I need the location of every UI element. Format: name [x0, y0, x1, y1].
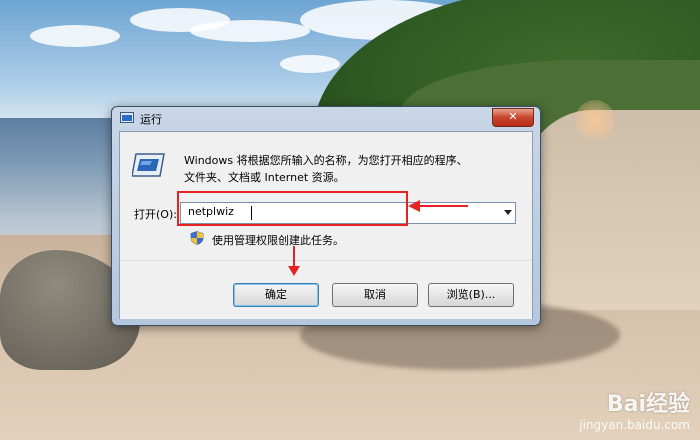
description: Windows 将根据您所输入的名称，为您打开相应的程序、 文件夹、文档或 In…	[184, 152, 524, 186]
description-line: Windows 将根据您所输入的名称，为您打开相应的程序、	[184, 154, 468, 167]
lens-flare	[575, 100, 615, 140]
baidu-watermark: Bai经验 jingyan.baidu.com	[579, 386, 690, 432]
cancel-button[interactable]: 取消	[332, 283, 418, 307]
ok-button[interactable]: 确定	[233, 283, 319, 307]
admin-note: 使用管理权限创建此任务。	[212, 234, 344, 247]
title-bar[interactable]: 运行 ✕	[112, 107, 540, 129]
close-button[interactable]: ✕	[492, 108, 534, 127]
cloud	[190, 20, 310, 42]
open-label: 打开(O):	[134, 208, 177, 221]
watermark-logo: Bai经验	[606, 392, 690, 417]
watermark-url: jingyan.baidu.com	[579, 418, 690, 432]
beach	[520, 110, 700, 310]
annotation-arrow-down	[288, 246, 300, 276]
browse-button[interactable]: 浏览(B)...	[428, 283, 514, 307]
annotation-highlight-box	[177, 191, 408, 226]
description-line: 文件夹、文档或 Internet 资源。	[184, 171, 345, 184]
window-title: 运行	[140, 113, 162, 126]
cloud	[30, 25, 120, 47]
annotation-arrow-left	[408, 200, 468, 212]
run-icon	[120, 112, 134, 123]
button-bar: 确定 取消 浏览(B)...	[120, 260, 532, 319]
cloud	[280, 55, 340, 73]
close-icon: ✕	[508, 110, 518, 123]
dropdown-arrow-icon[interactable]	[504, 210, 512, 215]
uac-shield-icon	[190, 231, 204, 245]
run-program-icon	[132, 153, 165, 177]
